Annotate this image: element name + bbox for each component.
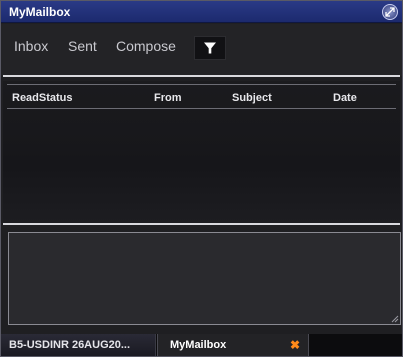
header-top-rule — [7, 84, 396, 85]
tab-label: MyMailbox — [170, 339, 227, 351]
window-title: MyMailbox — [9, 5, 71, 19]
table-header: ReadStatus From Subject Date — [3, 84, 400, 109]
sent-button[interactable]: Sent — [68, 38, 97, 54]
filter-button[interactable] — [194, 36, 226, 60]
resize-grip-icon[interactable] — [391, 315, 399, 323]
mailbox-window: MyMailbox Inbox Sent Compose ReadStatus … — [0, 0, 403, 357]
filter-icon — [204, 42, 216, 54]
tab-mymailbox[interactable]: MyMailbox ✖ — [157, 334, 309, 356]
message-preview[interactable] — [8, 232, 401, 325]
mail-toolbar: Inbox Sent Compose — [1, 24, 402, 76]
column-subject[interactable]: Subject — [232, 92, 272, 104]
pane-splitter[interactable] — [3, 223, 400, 225]
close-icon[interactable]: ✖ — [290, 338, 300, 352]
column-from[interactable]: From — [154, 92, 182, 104]
compose-button[interactable]: Compose — [116, 38, 176, 54]
expand-icon[interactable] — [382, 4, 398, 20]
column-date[interactable]: Date — [333, 92, 357, 104]
window-tab-bar: B5-USDINR 26AUG20... MyMailbox ✖ — [1, 334, 402, 356]
tab-label: B5-USDINR 26AUG20... — [9, 339, 131, 351]
tab-b5-usdinr[interactable]: B5-USDINR 26AUG20... — [1, 334, 156, 356]
column-readstatus[interactable]: ReadStatus — [12, 92, 73, 104]
toolbar-divider — [3, 75, 400, 77]
inbox-button[interactable]: Inbox — [14, 38, 48, 54]
title-bar[interactable]: MyMailbox — [1, 1, 402, 23]
message-table[interactable]: ReadStatus From Subject Date — [3, 81, 400, 223]
header-bottom-rule — [7, 108, 396, 109]
expand-arrows-glyph — [385, 7, 395, 17]
